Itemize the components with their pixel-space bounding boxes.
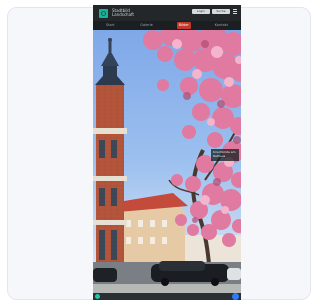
header-buttons: Login Suche <box>192 9 237 14</box>
accessibility-icon[interactable] <box>232 293 239 300</box>
nav-item-start[interactable]: Start <box>104 22 117 29</box>
hero-photo[interactable]: Kirschblüte am Rathaus <box>93 30 241 293</box>
mobile-screenshot: Stadtbild Landschaft Login Suche Start G… <box>93 5 241 300</box>
chat-icon[interactable] <box>95 294 100 299</box>
nav-item-kontakt[interactable]: Kontakt <box>213 22 230 29</box>
nav-item-bilder[interactable]: Bilder <box>176 22 191 29</box>
photo-caption: Kirschblüte am Rathaus <box>211 149 239 161</box>
site-header: Stadtbild Landschaft Login Suche <box>93 5 241 21</box>
main-nav: Start Galerie Bilder Kontakt <box>93 21 241 30</box>
bottom-bar <box>93 293 241 300</box>
menu-icon[interactable] <box>233 9 237 14</box>
nav-item-galerie[interactable]: Galerie <box>138 22 155 29</box>
search-button[interactable]: Suche <box>212 9 230 14</box>
site-logo[interactable] <box>99 8 108 18</box>
street-scene-illustration <box>93 30 241 293</box>
site-title: Stadtbild Landschaft <box>112 8 134 17</box>
login-button[interactable]: Login <box>192 9 210 14</box>
